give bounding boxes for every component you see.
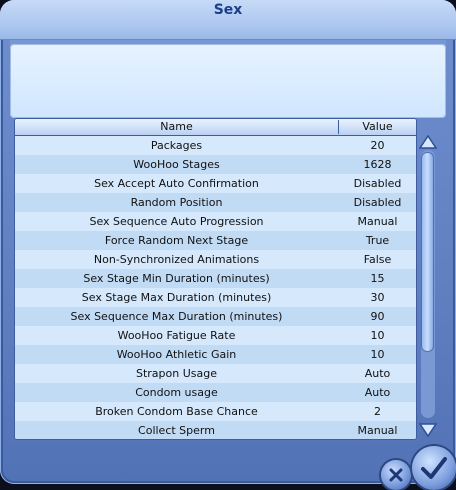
row-name: Packages <box>150 139 203 152</box>
list-row[interactable]: Condom usage Auto <box>15 383 416 402</box>
list-row[interactable]: Force Random Next Stage True <box>15 231 416 250</box>
scroll-down-button[interactable] <box>418 422 438 438</box>
list-header: Name Value <box>15 119 416 136</box>
list-row[interactable]: Strapon Usage Auto <box>15 364 416 383</box>
list-row[interactable]: Random Position Disabled <box>15 193 416 212</box>
row-name: Random Position <box>130 196 223 209</box>
row-value: True <box>365 234 390 247</box>
row-name: Broken Condom Base Chance <box>95 405 258 418</box>
row-value: 30 <box>370 291 385 304</box>
title-bar: Sex <box>0 0 456 40</box>
row-value: 10 <box>370 348 385 361</box>
row-value: 20 <box>370 139 385 152</box>
row-name: Collect Sperm <box>138 424 215 437</box>
row-value: Auto <box>364 386 391 399</box>
row-value: 2 <box>374 405 381 418</box>
row-name: Sex Stage Max Duration (minutes) <box>81 291 272 304</box>
row-name: Condom usage <box>135 386 218 399</box>
row-value: Manual <box>357 424 398 437</box>
row-name: Strapon Usage <box>135 367 217 380</box>
row-value: 1628 <box>363 158 392 171</box>
list-row[interactable]: Broken Condom Base Chance 2 <box>15 402 416 421</box>
row-value: Manual <box>357 215 398 228</box>
triangle-down-icon <box>418 423 438 438</box>
list-row[interactable]: Non-Synchronized Animations False <box>15 250 416 269</box>
row-name: WooHoo Fatigue Rate <box>117 329 236 342</box>
dialog-title: Sex <box>213 2 243 18</box>
list-row[interactable]: Sex Stage Min Duration (minutes) 15 <box>15 269 416 288</box>
list-row[interactable]: Collect Sperm Manual <box>15 421 416 439</box>
row-value: Disabled <box>353 196 402 209</box>
checkmark-icon <box>421 457 447 479</box>
triangle-up-icon <box>418 134 438 149</box>
row-name: Sex Accept Auto Confirmation <box>94 177 259 190</box>
list-row[interactable]: WooHoo Fatigue Rate 10 <box>15 326 416 345</box>
cancel-button[interactable] <box>381 460 411 490</box>
settings-list: Name Value Packages 20 WooHoo Stages 1628 … <box>14 118 417 440</box>
list-row[interactable]: WooHoo Athletic Gain 10 <box>15 345 416 364</box>
list-row[interactable]: Packages 20 <box>15 136 416 155</box>
list-row[interactable]: Sex Sequence Max Duration (minutes) 90 <box>15 307 416 326</box>
settings-dialog: Sex Name Value Packages 20 WooHoo Stages 1… <box>0 0 456 490</box>
row-name: Force Random Next Stage <box>104 234 249 247</box>
accept-button[interactable] <box>412 446 456 490</box>
list-row[interactable]: Sex Sequence Auto Progression Manual <box>15 212 416 231</box>
list-row[interactable]: WooHoo Stages 1628 <box>15 155 416 174</box>
description-pane <box>10 44 446 118</box>
list-row[interactable]: Sex Stage Max Duration (minutes) 30 <box>15 288 416 307</box>
list-row[interactable]: Sex Accept Auto Confirmation Disabled <box>15 174 416 193</box>
row-value: 15 <box>370 272 385 285</box>
list-rows: Packages 20 WooHoo Stages 1628 Sex Accept … <box>15 136 416 439</box>
row-name: WooHoo Athletic Gain <box>116 348 237 361</box>
row-value: Auto <box>364 367 391 380</box>
row-value: 90 <box>370 310 385 323</box>
row-value: Disabled <box>353 177 402 190</box>
column-header-name[interactable]: Name <box>15 120 339 134</box>
row-name: Non-Synchronized Animations <box>93 253 260 266</box>
scroll-up-button[interactable] <box>418 134 438 149</box>
row-value: False <box>363 253 392 266</box>
scrollbar-thumb[interactable] <box>421 152 434 352</box>
row-name: Sex Sequence Max Duration (minutes) <box>70 310 283 323</box>
close-icon <box>389 468 403 482</box>
column-header-value[interactable]: Value <box>339 120 416 134</box>
row-name: Sex Sequence Auto Progression <box>89 215 264 228</box>
row-value: 10 <box>370 329 385 342</box>
row-name: WooHoo Stages <box>133 158 220 171</box>
row-name: Sex Stage Min Duration (minutes) <box>83 272 270 285</box>
